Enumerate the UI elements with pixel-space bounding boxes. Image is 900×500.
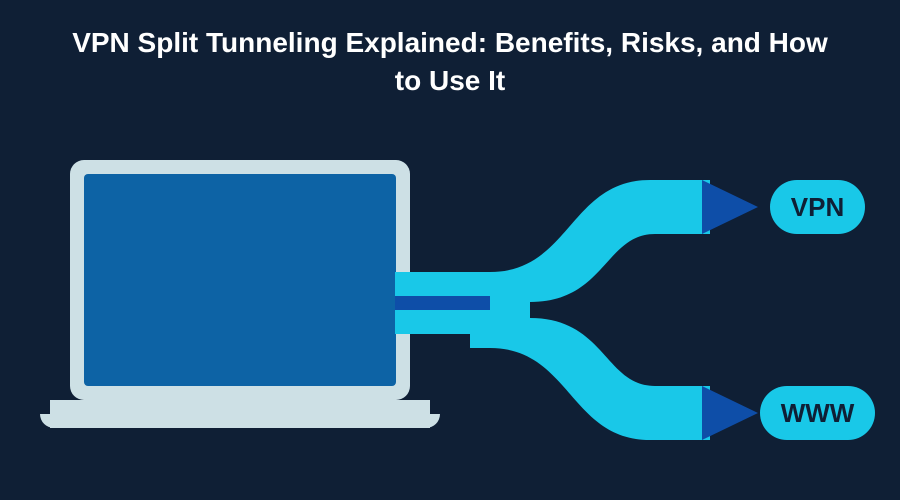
laptop-bezel [70, 160, 410, 400]
arrow-www-icon [702, 386, 762, 440]
split-tunnel-diagram: VPN WWW [0, 130, 900, 500]
laptop-base [50, 400, 430, 428]
laptop-screen [84, 174, 396, 386]
www-label: WWW [760, 386, 875, 440]
arrow-vpn-icon [702, 180, 762, 234]
laptop-icon [50, 160, 430, 450]
vpn-label: VPN [770, 180, 865, 234]
tunnel-branches [470, 170, 730, 450]
page-title: VPN Split Tunneling Explained: Benefits,… [0, 0, 900, 100]
